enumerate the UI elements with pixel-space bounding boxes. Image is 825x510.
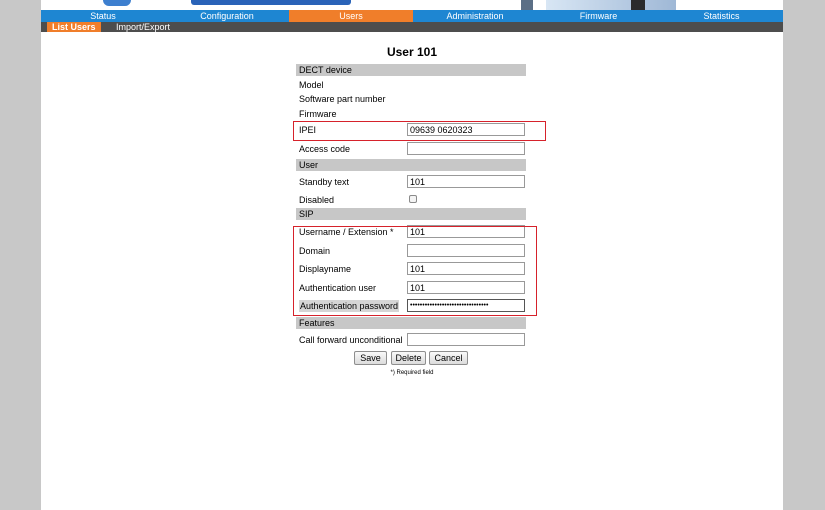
cancel-button[interactable]: Cancel: [429, 351, 468, 365]
section-user: User: [296, 159, 526, 171]
ipei-highlight-box: [293, 121, 546, 141]
logo-graphic: [103, 0, 131, 6]
header-banner: [41, 0, 783, 10]
banner-title-graphic: [191, 0, 351, 5]
tab-statistics[interactable]: Statistics: [660, 10, 783, 22]
standby-text-input[interactable]: [407, 175, 525, 188]
tab-users[interactable]: Users: [289, 10, 413, 22]
firmware-label: Firmware: [299, 109, 337, 119]
call-forward-label: Call forward unconditional: [299, 335, 403, 345]
subtab-import-export[interactable]: Import/Export: [111, 22, 175, 32]
delete-button[interactable]: Delete: [391, 351, 426, 365]
page-title: User 101: [386, 45, 438, 59]
sip-highlight-box: [293, 226, 537, 316]
main-nav: Status Configuration Users Administratio…: [41, 10, 783, 22]
standby-text-label: Standby text: [299, 177, 350, 187]
banner-phone-graphic: [631, 0, 645, 10]
tab-status[interactable]: Status: [41, 10, 165, 22]
access-code-input[interactable]: [407, 142, 525, 155]
section-features: Features: [296, 317, 526, 329]
section-sip: SIP: [296, 208, 526, 220]
required-field-note: *) Required field: [390, 370, 434, 376]
banner-handset-graphic: [546, 0, 676, 10]
tab-administration[interactable]: Administration: [413, 10, 537, 22]
access-code-label: Access code: [299, 144, 351, 154]
banner-device-graphic: [521, 0, 533, 10]
disabled-checkbox[interactable]: [409, 195, 417, 203]
section-dect-device: DECT device: [296, 64, 526, 76]
tab-firmware[interactable]: Firmware: [537, 10, 660, 22]
subtab-list-users[interactable]: List Users: [47, 22, 101, 32]
call-forward-input[interactable]: [407, 333, 525, 346]
tab-configuration[interactable]: Configuration: [165, 10, 289, 22]
model-label: Model: [299, 80, 324, 90]
page: Status Configuration Users Administratio…: [41, 0, 783, 510]
sub-nav: List Users Import/Export: [41, 22, 783, 32]
save-button[interactable]: Save: [354, 351, 387, 365]
disabled-label: Disabled: [299, 195, 335, 205]
software-part-number-label: Software part number: [299, 94, 386, 104]
